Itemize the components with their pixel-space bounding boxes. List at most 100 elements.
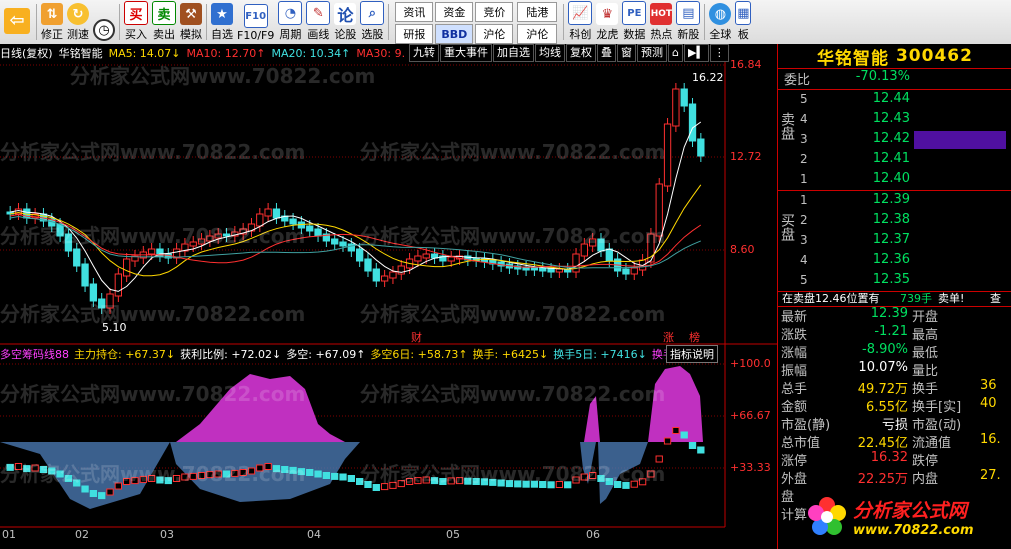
draw-line-button[interactable]: ✎ 画线 [304,0,332,44]
candle-body [680,88,688,107]
stat-label: 振幅 [781,364,808,379]
sell-level-1[interactable]: 1 12.40 [778,170,1011,190]
brand-name: 分析家公式网 [853,500,968,522]
buy-button[interactable]: 买 买入 [122,0,150,44]
menu-forecast[interactable]: 预测 [637,44,667,62]
play-icon[interactable]: ▶▍ [683,44,709,62]
speed-test-button[interactable]: ↻ 测速 [65,0,91,44]
lundon-link[interactable]: 沪伦 [475,24,514,44]
stat-label: 总市值 [781,436,821,451]
newstock-button[interactable]: ▤ 新股 [674,0,702,44]
forum-button[interactable]: 论 论股 [332,0,358,44]
candle-body [597,238,605,252]
candle-body [189,241,197,247]
buy-level-1[interactable]: 1 12.39 [778,191,1011,211]
indicator-candle [114,482,123,490]
indicator-name[interactable]: 多空筹码线88 [0,346,69,362]
kline-chart-area[interactable]: 日线(复权) 华铭智能 MA5: 14.07↓ MA10: 12.70↑ MA2… [0,44,777,549]
indicator-candle [14,463,23,470]
moving-average-line [10,215,701,269]
sell-level-4[interactable]: 4 12.43 [778,110,1011,130]
profit-ratio-value: 获利比例: +72.02↓ [180,348,282,361]
menu-major-events[interactable]: 重大事件 [440,44,492,62]
indicator-candle [480,478,489,486]
dragon-tiger-marker[interactable]: 榜 [689,329,700,345]
kechuang-label: 科创 [569,28,592,41]
global-button[interactable]: ◍ 全球 [707,0,733,44]
f10-button[interactable]: F10 F10/F9 [235,0,276,44]
indicator-candle [472,478,480,485]
back-button[interactable]: ⇦ [0,0,34,44]
chart-period[interactable]: 日线(复权) [0,45,53,61]
fund-link[interactable]: 资金 [435,2,474,22]
menu-overlay[interactable]: 叠 [597,44,616,62]
bbd-link[interactable]: BBD [435,24,474,44]
candle-body [64,233,73,252]
menu-jiuzhuan[interactable]: 九转 [409,44,439,62]
screener-label: 选股 [361,28,384,41]
sell-book: 卖盘 5 12.44 4 12.43 3 12.42 2 12.41 1 12.40 [778,90,1011,191]
buy-level-2[interactable]: 2 12.38 [778,211,1011,231]
candle-body [289,218,297,225]
indicator-candle [372,484,380,491]
menu-add-watchlist[interactable]: 加自选 [493,44,534,62]
long-short-6d-value: 多空6日: +58.73↑ [370,348,468,361]
sell-level-2[interactable]: 2 12.41 [778,150,1011,170]
limit-up-marker[interactable]: 涨 [663,329,674,345]
menu-ma[interactable]: 均线 [535,44,565,62]
indicator-candle [422,476,430,484]
sell-level-5[interactable]: 5 12.44 [778,90,1011,110]
menu-window[interactable]: 窗 [617,44,636,62]
screener-button[interactable]: ⌕ 选股 [358,0,386,44]
stat-value-2: 36 [980,378,997,393]
indicator-candle [56,470,64,478]
shlondon-link[interactable]: 沪伦 [517,24,558,44]
menu-restore-rights[interactable]: 复权 [566,44,596,62]
candle-body [539,267,547,272]
period-button[interactable]: ◔ 周期 [276,0,304,44]
chart-canvas[interactable] [0,44,777,549]
sell-button[interactable]: 卖 卖出 [150,0,178,44]
main-position-value: 主力持仓: +67.37↓ [74,348,176,361]
sell-level-3[interactable]: 3 12.42 [778,130,1011,150]
hk-connect-link[interactable]: 陆港 [517,2,558,22]
stat-label-2: 跌停 [912,454,939,469]
buy-book: 买盘 1 12.39 2 12.38 3 12.37 4 12.36 5 12.35 [778,191,1011,292]
kechuang-button[interactable]: 📈 科创 [566,0,594,44]
buy-level-3[interactable]: 3 12.37 [778,231,1011,251]
candle-body [147,248,156,255]
news-link[interactable]: 资讯 [395,2,434,22]
stat-row: 涨停 16.32 跌停 [778,450,1011,469]
fix-button[interactable]: ⇅ 修正 [39,0,65,44]
finance-marker[interactable]: 财 [411,329,422,345]
hot-button[interactable]: HOT 热点 [648,0,674,44]
candle-body [414,255,422,262]
board-button[interactable]: ▦ 板 [733,0,753,44]
speed-test-label: 测速 [67,28,89,41]
board-icon: ▦ [735,1,752,25]
stat-value-2: 16. [980,432,1001,447]
indicator-candle [331,472,339,480]
indicator-help-button[interactable]: 指标说明 [666,345,718,363]
waiting-order-link[interactable]: 查 [990,290,1001,306]
stat-value-2: 27. [980,468,1001,483]
more-icon[interactable]: ⋮ [709,44,729,62]
ma20-value: MA20: 10.34↑ [271,46,351,60]
buy-level-4[interactable]: 4 12.36 [778,251,1011,271]
stat-row: 总市值 22.45亿 流通值 16. [778,432,1011,451]
stat-value: 6.55亿 [866,400,908,415]
auction-link[interactable]: 竞价 [475,2,514,22]
research-link[interactable]: 研报 [395,24,434,44]
indicator-candle [497,479,505,487]
stat-value: 49.72万 [857,382,908,397]
f10-icon: F10 [243,4,268,28]
lock-icon[interactable]: ⌂ [668,44,683,62]
indicator-candle [447,477,455,485]
simulate-button[interactable]: ⚒ 模拟 [178,0,204,44]
data-button[interactable]: PE 数据 [620,0,648,44]
watchlist-button[interactable]: ★ 自选 [209,0,235,44]
indicator-candle [589,472,597,479]
longhu-button[interactable]: ♛ 龙虎 [594,0,620,44]
candle-body [256,213,264,227]
clock-button[interactable]: ◷ [91,0,117,44]
